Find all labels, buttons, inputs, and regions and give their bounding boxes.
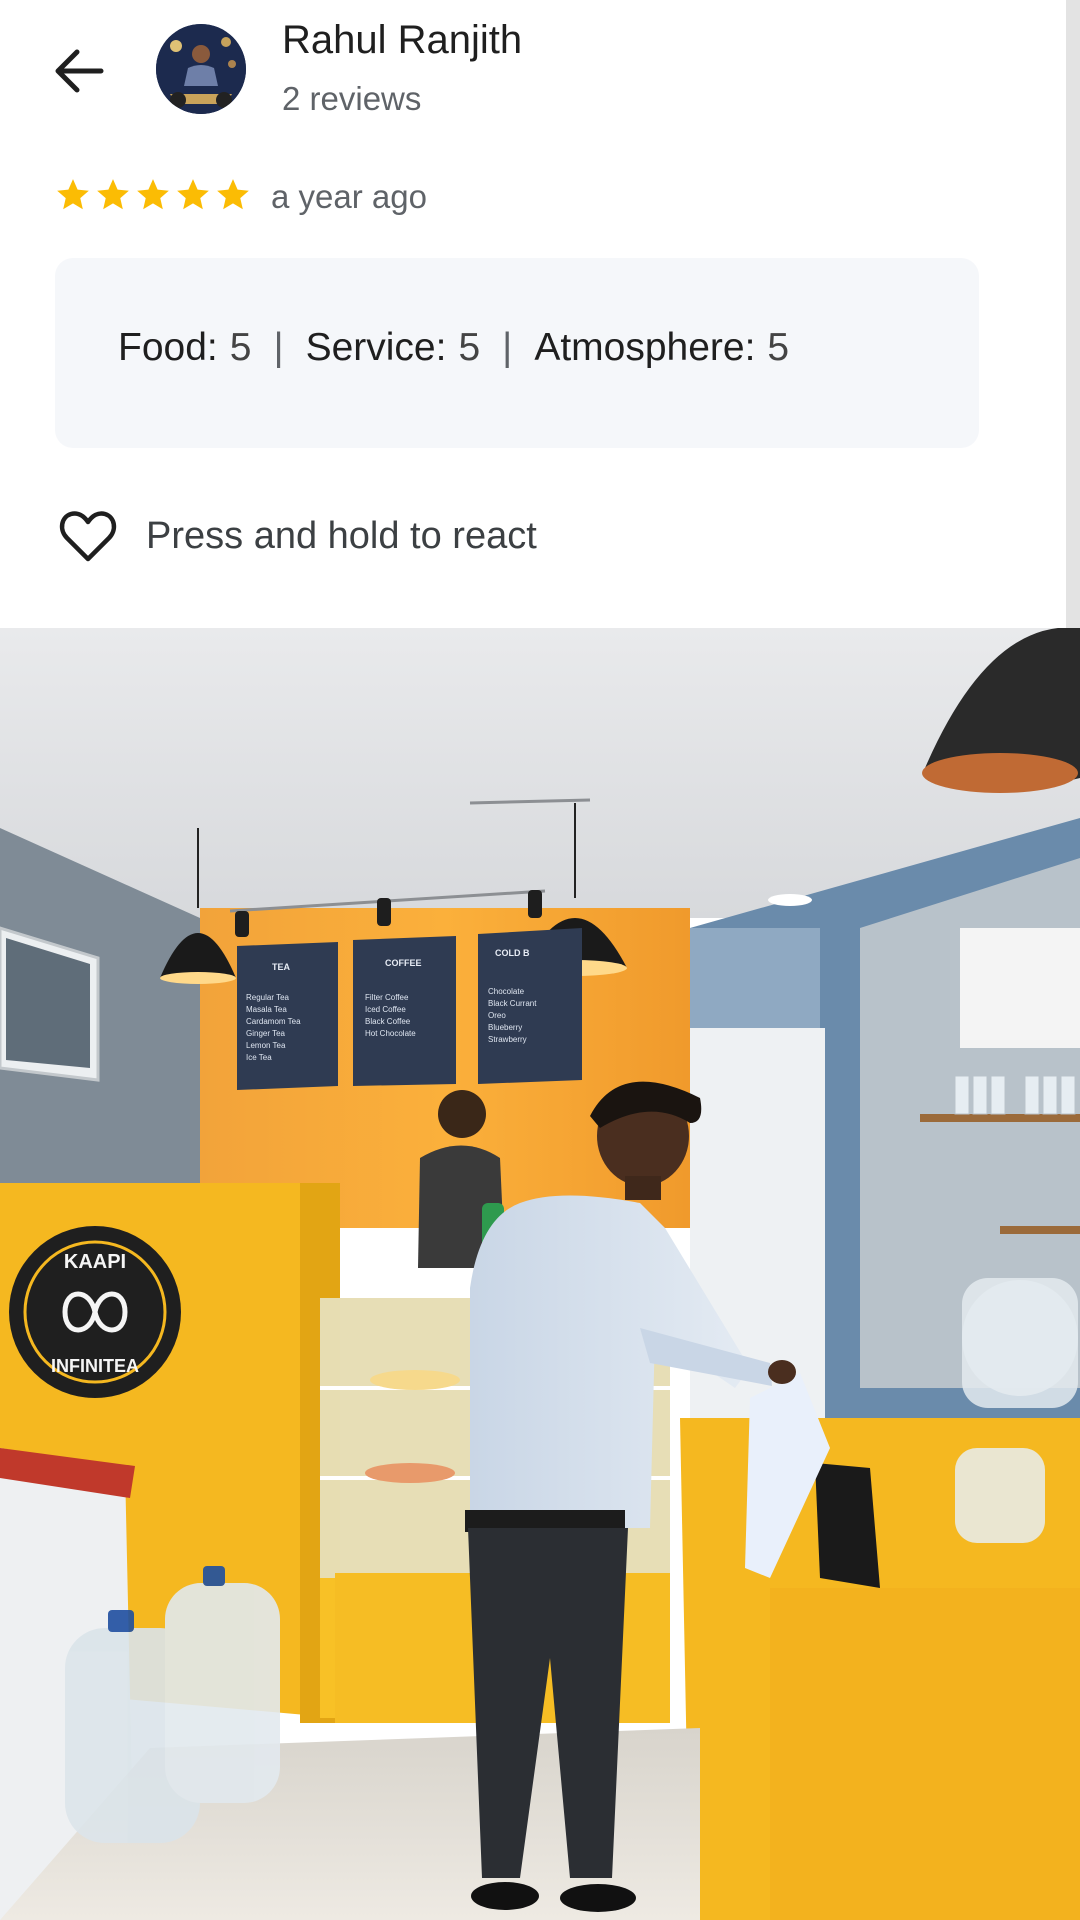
review-detail-screen: Rahul Ranjith 2 reviews a year ago Food:… xyxy=(0,0,1080,1920)
menu-item: Regular Tea xyxy=(246,993,290,1002)
logo-text-top: KAAPI xyxy=(64,1251,126,1273)
arrow-left-icon xyxy=(55,49,104,93)
heart-outline-icon xyxy=(59,511,117,562)
rating-separator: | xyxy=(502,326,513,369)
menu-item: Strawberry xyxy=(488,1035,527,1044)
rating-food-label: Food: xyxy=(118,326,218,369)
react-button[interactable]: Press and hold to react xyxy=(58,508,537,564)
star-rating xyxy=(54,176,252,214)
rating-separator: | xyxy=(273,326,284,369)
menu-item: Black Coffee xyxy=(365,1017,411,1026)
logo-text-bottom: INFINITEA xyxy=(51,1356,139,1376)
cafe-interior-illustration: TEA COFFEE COLD B Regular Tea Masala Tea… xyxy=(0,628,1080,1920)
rating-food: Food: 5 xyxy=(118,326,251,370)
menu-item: Black Currant xyxy=(488,999,537,1008)
rating-atmosphere-value: 5 xyxy=(767,326,790,369)
menu-boards: TEA COFFEE COLD B Regular Tea Masala Tea… xyxy=(237,928,582,1090)
menu-item: Oreo xyxy=(488,1011,506,1020)
back-button[interactable] xyxy=(48,40,110,102)
reviewer-review-count: 2 reviews xyxy=(282,80,422,117)
rating-atmosphere-label: Atmosphere: xyxy=(534,326,756,369)
star-icon xyxy=(57,179,89,210)
menu-board-3-title: COLD B xyxy=(495,948,530,958)
menu-item: Ginger Tea xyxy=(246,1029,286,1038)
star-icon xyxy=(217,179,249,210)
avatar-photo xyxy=(156,24,246,114)
menu-item: Blueberry xyxy=(488,1023,522,1032)
menu-item: Filter Coffee xyxy=(365,993,409,1002)
menu-item: Cardamom Tea xyxy=(246,1017,301,1026)
star-icon xyxy=(177,179,209,210)
rating-atmosphere: Atmosphere: 5 xyxy=(534,326,789,370)
react-label: Press and hold to react xyxy=(146,514,537,557)
kaapi-logo: KAAPI INFINITEA xyxy=(9,1226,181,1398)
reviewer-name[interactable]: Rahul Ranjith xyxy=(282,18,522,63)
ratings-breakdown: Food: 5 | Service: 5 | Atmosphere: 5 xyxy=(55,258,979,448)
ratings-line: Food: 5 | Service: 5 | Atmosphere: 5 xyxy=(118,326,789,370)
menu-item: Ice Tea xyxy=(246,1053,272,1062)
review-time: a year ago xyxy=(271,178,427,215)
menu-item: Iced Coffee xyxy=(365,1005,406,1014)
menu-item: Lemon Tea xyxy=(246,1041,286,1050)
review-photo[interactable]: TEA COFFEE COLD B Regular Tea Masala Tea… xyxy=(0,628,1080,1920)
scrollbar[interactable] xyxy=(1066,0,1080,628)
menu-item: Chocolate xyxy=(488,987,525,996)
rating-service-value: 5 xyxy=(458,326,481,369)
star-icon xyxy=(97,179,129,210)
menu-item: Masala Tea xyxy=(246,1005,287,1014)
menu-board-1-title: TEA xyxy=(272,962,291,972)
rating-service: Service: 5 xyxy=(306,326,481,370)
reviewer-avatar[interactable] xyxy=(156,24,246,114)
rating-service-label: Service: xyxy=(305,326,447,369)
star-icon xyxy=(137,179,169,210)
rating-food-value: 5 xyxy=(229,326,252,369)
menu-item: Hot Chocolate xyxy=(365,1029,416,1038)
menu-board-2-title: COFFEE xyxy=(385,958,422,968)
